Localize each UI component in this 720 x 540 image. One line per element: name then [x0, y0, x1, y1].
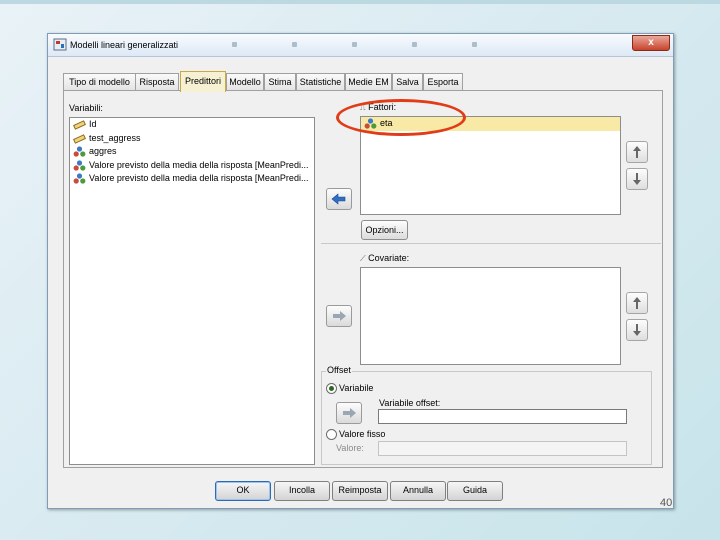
highlight-ellipse — [336, 99, 466, 136]
variables-list[interactable]: Id test_aggress aggres Valore previsto d… — [69, 117, 315, 465]
tab-predittori[interactable]: Predittori — [180, 71, 226, 92]
list-item[interactable]: Valore previsto della media della rispos… — [70, 159, 314, 173]
offset-fixed-radio[interactable] — [326, 429, 337, 440]
slide-top-stripe — [0, 0, 720, 4]
variables-label: Variabili: — [69, 103, 103, 113]
offset-fixed-label: Valore fisso — [339, 429, 386, 439]
offset-fixed-field[interactable] — [378, 441, 627, 456]
offset-fixed-field-label: Valore: — [336, 443, 364, 453]
arrow-left-icon — [331, 193, 346, 205]
offset-variable-field-label: Variabile offset: — [379, 398, 441, 408]
factor-move-up-button[interactable] — [626, 141, 648, 163]
ok-button[interactable]: OK — [215, 481, 271, 501]
covariate-move-up-button[interactable] — [626, 292, 648, 314]
tab-tipo-di-modello[interactable]: Tipo di modello — [63, 73, 136, 91]
arrow-up-icon — [633, 146, 641, 158]
title-bar: Modelli lineari generalizzati x — [48, 34, 673, 57]
list-item[interactable]: aggres — [70, 145, 314, 159]
tab-stima[interactable]: Stima — [264, 73, 296, 91]
tab-modello[interactable]: Modello — [226, 73, 264, 91]
covariate-move-down-button[interactable] — [626, 319, 648, 341]
arrow-down-icon — [633, 324, 641, 336]
nominal-icon — [73, 173, 86, 184]
reset-button[interactable]: Reimposta — [332, 481, 388, 501]
arrow-right-icon — [333, 311, 346, 321]
app-icon — [53, 38, 67, 51]
move-to-offset-button[interactable] — [336, 402, 362, 424]
options-button[interactable]: Opzioni... — [361, 220, 408, 240]
offset-variable-radio[interactable] — [326, 383, 337, 394]
list-item[interactable]: test_aggress — [70, 132, 314, 146]
cancel-button[interactable]: Annulla — [390, 481, 446, 501]
offset-variable-field[interactable] — [378, 409, 627, 424]
window-title: Modelli lineari generalizzati — [70, 40, 179, 50]
move-to-covariates-button[interactable] — [326, 305, 352, 327]
tab-statistiche[interactable]: Statistiche — [296, 73, 345, 91]
offset-variable-label: Variabile — [339, 383, 374, 393]
scale-ruler-icon — [73, 133, 86, 144]
tab-risposta[interactable]: Risposta — [135, 73, 179, 91]
factor-move-down-button[interactable] — [626, 168, 648, 190]
close-icon: x — [648, 37, 654, 48]
scale-ruler-icon — [73, 120, 86, 130]
title-blur-marks — [232, 42, 492, 48]
tab-medie-em[interactable]: Medie EM — [345, 73, 392, 91]
separator — [321, 243, 661, 244]
list-item[interactable]: Id — [70, 118, 314, 132]
offset-group-label: Offset — [326, 365, 352, 375]
close-button[interactable]: x — [632, 35, 670, 51]
list-item[interactable]: Valore previsto della media della rispos… — [70, 172, 314, 186]
tab-content-predittori: Variabili: Id test_aggress aggres Valore… — [63, 90, 663, 468]
slide-number: 40 — [660, 497, 673, 509]
nominal-icon — [73, 159, 86, 171]
help-button[interactable]: Guida — [447, 481, 503, 501]
move-to-factors-button[interactable] — [326, 188, 352, 210]
paste-button[interactable]: Incolla — [274, 481, 330, 501]
arrow-right-icon — [343, 408, 356, 418]
arrow-down-icon — [633, 173, 641, 185]
arrow-up-icon — [633, 297, 641, 309]
tab-esporta[interactable]: Esporta — [423, 73, 463, 91]
covariates-label: ⟋ Covariate: — [360, 253, 410, 263]
nominal-icon — [73, 146, 86, 157]
covariates-list[interactable] — [360, 267, 621, 365]
tab-salva[interactable]: Salva — [392, 73, 423, 91]
